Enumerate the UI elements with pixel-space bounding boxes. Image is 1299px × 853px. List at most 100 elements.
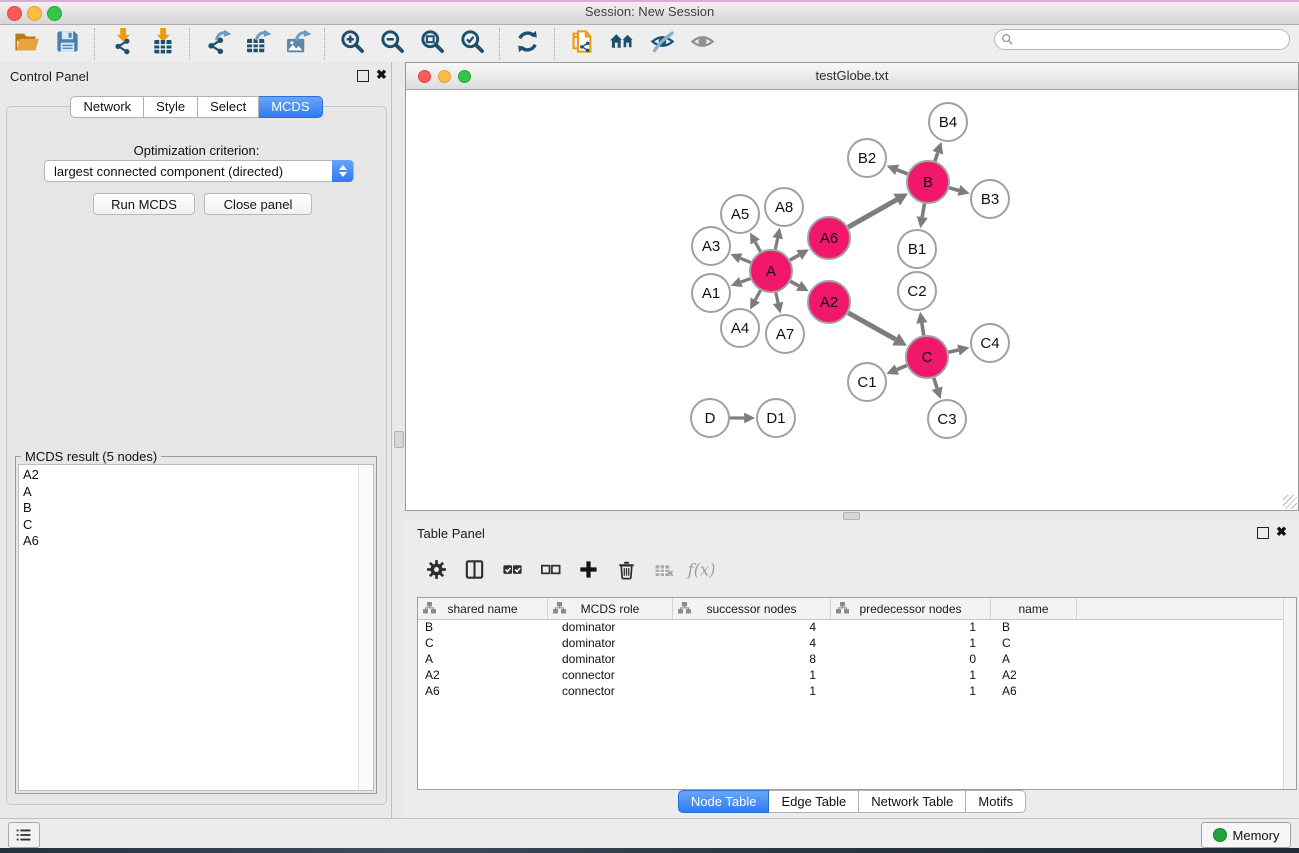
tab-network[interactable]: Network [70,96,144,118]
close-panel-icon[interactable]: ✖ [376,67,387,83]
memory-status-icon [1213,828,1227,842]
node-label-A4: A4 [731,320,749,337]
vertical-splitter[interactable] [392,62,405,818]
splitter-grip[interactable] [394,431,404,448]
edge-A-A8[interactable] [775,238,777,249]
import-table-button[interactable] [142,28,182,60]
close-panel-button[interactable]: Close panel [204,193,312,215]
import-table-icon [149,28,176,60]
edge-A-A7[interactable] [776,292,778,302]
search-input[interactable] [994,29,1290,50]
task-history-button[interactable] [8,822,40,848]
arrowhead-icon [957,185,969,196]
delete-columns-button[interactable] [607,556,645,588]
edge-B-B4[interactable] [935,153,938,161]
edge-A-A2[interactable] [790,281,798,285]
toolbar-groups [0,28,729,60]
status-bar: Memory [0,818,1299,849]
node-label-B4: B4 [939,114,957,131]
table-row[interactable]: A2connector11A2 [418,667,1284,683]
home-view-icon [609,28,636,60]
new-network-from-selection-button[interactable] [562,28,602,60]
edge-B-B2[interactable] [897,170,907,174]
export-table-icon [244,28,271,60]
export-image-button[interactable] [277,28,317,60]
show-columns-button[interactable] [455,556,493,588]
column-header-shared-name[interactable]: shared name [418,598,548,619]
optimization-criterion-select[interactable]: largest connected component (directed) [44,160,354,182]
cell-successor-nodes: 4 [673,635,831,651]
list-scrollbar[interactable] [358,465,373,790]
edge-B-B3[interactable] [949,188,959,191]
result-item[interactable]: A [23,484,373,501]
save-session-button[interactable] [47,28,87,60]
edge-A-A3[interactable] [740,258,750,262]
float-panel-icon[interactable] [1257,527,1269,539]
table-row[interactable]: Cdominator41C [418,635,1284,651]
edge-A2-C[interactable] [848,313,895,340]
column-header-successor-nodes[interactable]: successor nodes [673,598,831,619]
show-hidden-button[interactable] [682,28,722,60]
tab-node-table[interactable]: Node Table [678,790,770,813]
edge-A-A5[interactable] [755,242,760,252]
memory-button[interactable]: Memory [1201,822,1291,848]
zoom-out-button[interactable] [372,28,412,60]
table-mode-button[interactable] [417,556,455,588]
run-mcds-button[interactable]: Run MCDS [93,193,195,215]
tab-motifs[interactable]: Motifs [966,790,1026,813]
result-item[interactable]: A2 [23,467,373,484]
edge-C-C2[interactable] [922,323,924,335]
export-table-button[interactable] [237,28,277,60]
zoom-selected-button[interactable] [452,28,492,60]
delete-table-button [645,556,683,588]
zoom-in-button[interactable] [332,28,372,60]
tab-edge-table[interactable]: Edge Table [769,790,859,813]
hide-selected-button[interactable] [642,28,682,60]
table-row[interactable]: A6connector11A6 [418,683,1284,699]
splitter-grip[interactable] [843,512,860,520]
list-icon [14,825,34,845]
hierarchy-icon [423,602,436,614]
node-table: shared nameMCDS rolesuccessor nodesprede… [417,597,1297,790]
network-canvas[interactable]: B4B2BB3A5A8A6A3B1AA1C2A2A4A7C4CC1C3DD1 [406,90,1298,510]
select-all-button[interactable] [493,556,531,588]
deselect-all-button[interactable] [531,556,569,588]
edge-C-C4[interactable] [948,350,958,352]
edge-C-C3[interactable] [934,378,937,388]
edge-C-C1[interactable] [897,365,907,369]
float-panel-icon[interactable] [357,70,369,82]
edge-A-A6[interactable] [790,255,799,260]
result-item[interactable]: A6 [23,533,373,550]
open-session-button[interactable] [7,28,47,60]
tab-network-table[interactable]: Network Table [859,790,966,813]
tab-mcds[interactable]: MCDS [259,96,322,118]
optimization-criterion-label: Optimization criterion: [7,143,386,158]
new-column-button[interactable] [569,556,607,588]
table-row[interactable]: Adominator80A [418,651,1284,667]
edge-A6-B[interactable] [848,200,897,227]
close-panel-icon[interactable]: ✖ [1276,524,1287,540]
column-header-MCDS-role[interactable]: MCDS role [548,598,673,619]
edge-A-A4[interactable] [755,290,760,300]
column-header-predecessor-nodes[interactable]: predecessor nodes [831,598,991,619]
tab-select[interactable]: Select [198,96,259,118]
table-scrollbar[interactable] [1283,598,1296,789]
table-row[interactable]: Bdominator41B [418,619,1284,635]
edge-A-A1[interactable] [741,279,750,282]
horizontal-splitter[interactable] [405,511,1299,520]
home-view-button[interactable] [602,28,642,60]
tab-style[interactable]: Style [144,96,198,118]
result-item[interactable]: B [23,500,373,517]
refresh-button[interactable] [507,28,547,60]
export-network-button[interactable] [197,28,237,60]
edge-B-B1[interactable] [922,204,924,217]
resize-grip-icon[interactable] [1283,495,1297,509]
column-header-name[interactable]: name [991,598,1077,619]
import-network-button[interactable] [102,28,142,60]
zoom-in-icon [339,28,366,60]
zoom-fit-button[interactable] [412,28,452,60]
result-item[interactable]: C [23,517,373,534]
node-label-B: B [923,174,933,191]
control-panel-body: NetworkStyleSelectMCDS Optimization crit… [6,106,387,805]
mcds-result-list[interactable]: A2ABCA6 [18,464,374,791]
